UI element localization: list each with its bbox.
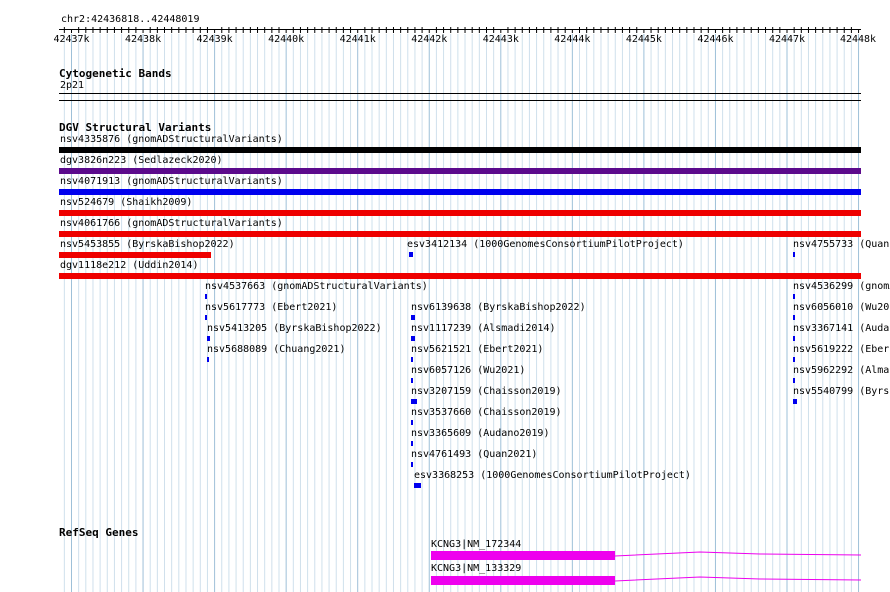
gene-intron-line [614,576,862,582]
gene-introns [614,551,862,582]
gene-intron-line [614,551,862,557]
